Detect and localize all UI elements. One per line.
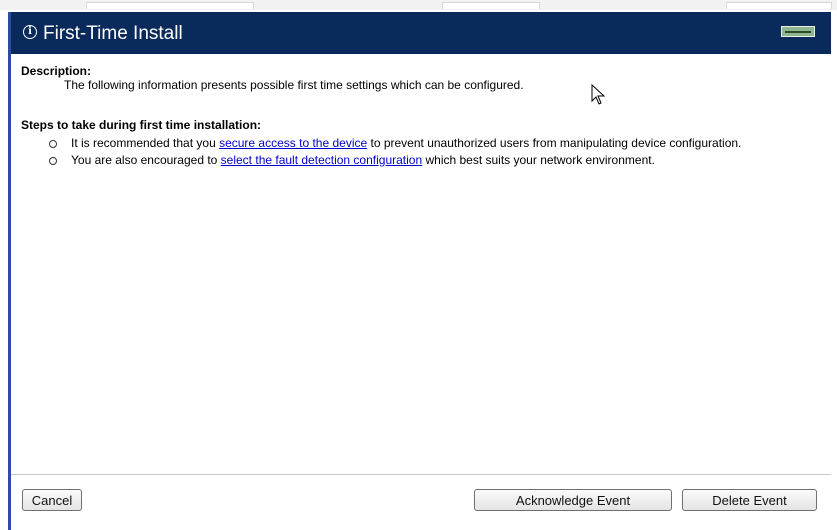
secure-access-link[interactable]: secure access to the device (219, 136, 367, 150)
list-item: It is recommended that you secure access… (21, 136, 821, 151)
step-text-after: to prevent unauthorized users from manip… (367, 136, 742, 150)
list-item: You are also encouraged to select the fa… (21, 153, 821, 168)
acknowledge-event-button[interactable]: Acknowledge Event (474, 489, 672, 511)
browser-tab-strip (0, 0, 837, 10)
first-time-install-dialog: i First-Time Install Description: The fo… (11, 12, 831, 530)
dialog-title: First-Time Install (43, 23, 183, 44)
info-icon: i (23, 25, 37, 39)
dialog-content: Description: The following information p… (21, 64, 821, 167)
bullet-icon (49, 157, 57, 165)
steps-heading: Steps to take during first time installa… (21, 118, 262, 132)
step-text-before: You are also encouraged to (71, 153, 221, 167)
mouse-cursor-icon (591, 84, 606, 105)
cancel-button[interactable]: Cancel (22, 489, 82, 511)
description-text: The following information presents possi… (64, 78, 524, 92)
tab[interactable] (726, 2, 832, 9)
tab[interactable] (86, 2, 254, 9)
step-text-before: It is recommended that you (71, 136, 220, 150)
device-icon (781, 26, 815, 37)
step-text-after: which best suits your network environmen… (422, 153, 655, 167)
bullet-icon (49, 140, 57, 148)
dialog-titlebar: i First-Time Install (11, 12, 831, 54)
steps-list: It is recommended that you secure access… (21, 136, 821, 170)
fault-detection-link[interactable]: select the fault detection configuration (221, 153, 422, 167)
description-heading: Description: (21, 64, 92, 78)
footer-divider (11, 474, 831, 475)
delete-event-button[interactable]: Delete Event (682, 489, 817, 511)
tab[interactable] (442, 2, 540, 9)
